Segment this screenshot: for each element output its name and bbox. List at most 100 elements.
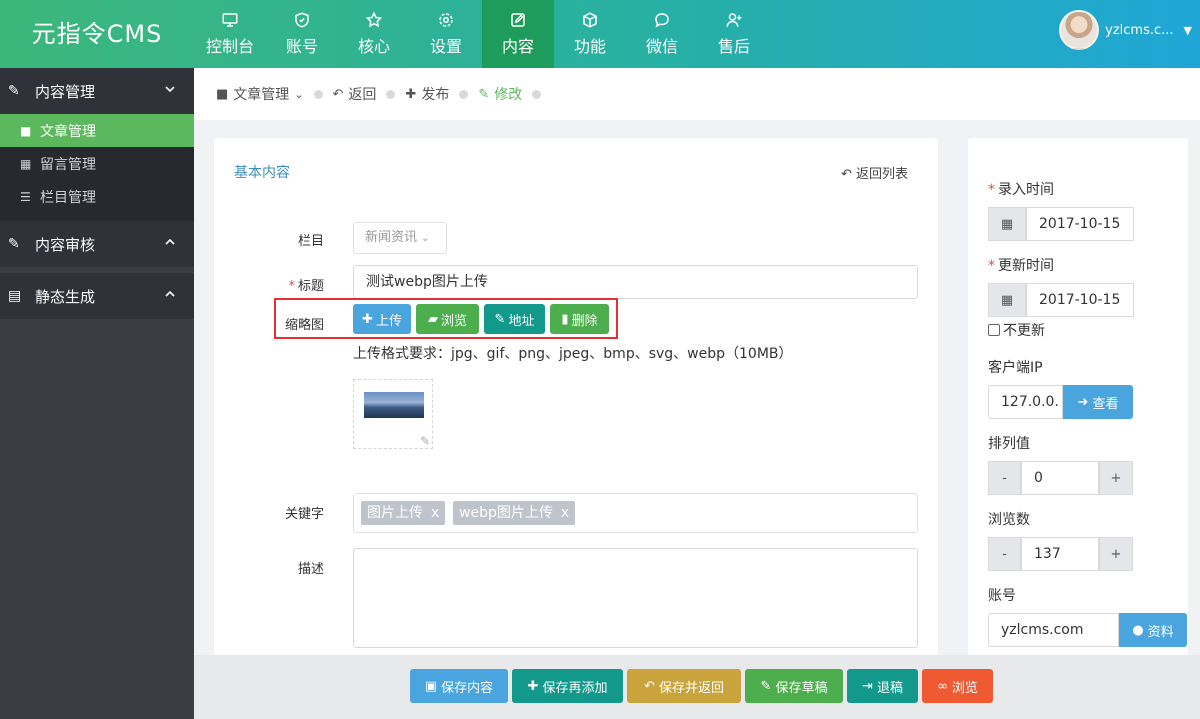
client-ip-group: 127.0.0. ➜ 查看 [988,385,1133,419]
calendar-icon[interactable]: ▦ [988,207,1026,241]
sort-decrement-button[interactable]: - [988,461,1021,495]
sidebar-submenu: ■ 文章管理 ▦ 留言管理 ☰ 栏目管理 [0,114,194,221]
user-menu[interactable]: yzlcms.c... ▼ [1059,10,1192,50]
views-decrement-button[interactable]: - [988,537,1021,571]
title-label-text: 标题 [297,279,324,294]
breadcrumb-label: 返回 [348,87,377,103]
account-profile-button[interactable]: ● 资料 [1119,613,1187,647]
preview-button[interactable]: ∞ 浏览 [922,669,993,703]
account-input[interactable]: yzlcms.com [988,613,1119,647]
nav-label: 账号 [285,37,318,56]
chevron-down-icon: ⌄ [421,233,430,244]
edit-icon [511,13,525,27]
sidebar-group-content-management[interactable]: ✎ 内容管理 [0,68,194,114]
nav-features[interactable]: 功能 [554,0,626,68]
browse-button[interactable]: ▰ 浏览 [416,304,479,334]
no-update-checkbox[interactable] [988,324,1000,336]
url-button[interactable]: ✎ 地址 [484,304,545,334]
breadcrumb-back[interactable]: ↶ 返回 [333,84,377,104]
preview-label: 浏览 [951,680,978,696]
avatar[interactable] [1059,10,1100,50]
user-name[interactable]: yzlcms.c... [1105,23,1173,38]
keywords-input[interactable]: 图片上传 x webp图片上传 x [353,493,918,533]
client-ip-input[interactable]: 127.0.0. [988,385,1063,419]
edit-icon: ✎ [478,86,490,102]
sidebar-group-static-generate[interactable]: ▤ 静态生成 [0,273,194,319]
reject-button[interactable]: ⇥ 退稿 [847,669,918,703]
created-time-label: * 录入时间 [988,179,1054,199]
upload-button[interactable]: ✚ 上传 [353,304,411,334]
chevron-down-icon: ⌄ [294,87,304,101]
edit-icon[interactable]: ✎ [420,434,430,448]
views-label: 浏览数 [988,512,1030,528]
nav-support[interactable]: 售后 [698,0,770,68]
description-label: 描述 [297,562,324,577]
chevron-up-icon [165,238,175,245]
no-update-label: 不更新 [1003,323,1045,339]
nav-wechat[interactable]: 微信 [626,0,698,68]
remove-tag-icon[interactable]: x [431,505,439,521]
sidebar-item-articles[interactable]: ■ 文章管理 [0,114,194,147]
client-ip-label: 客户端IP [988,360,1043,376]
updated-time-label-text: 更新时间 [998,258,1054,274]
nav-label: 功能 [573,37,606,56]
save-content-button[interactable]: ▣ 保存内容 [410,669,508,703]
save-draft-label: 保存草稿 [775,680,828,696]
thumbnail-preview[interactable]: ✎ [353,379,433,449]
updated-time-input[interactable]: 2017-10-15 [1026,283,1134,317]
remove-tag-icon[interactable]: x [561,505,569,521]
nav-content[interactable]: 内容 [482,0,554,68]
section-title: 基本内容 [234,165,290,181]
nav-label: 控制台 [205,37,254,56]
nav-settings[interactable]: 设置 [410,0,482,68]
views-input[interactable]: 137 [1021,537,1099,571]
save-and-return-button[interactable]: ↶ 保存并返回 [627,669,741,703]
keywords-label: 关键字 [284,507,324,522]
updated-time-label: * 更新时间 [988,255,1054,275]
pencil-icon: ✎ [760,678,772,694]
breadcrumb-publish[interactable]: ✚ 发布 [405,84,449,104]
views-increment-button[interactable]: + [1099,537,1133,571]
delete-button[interactable]: ▮ 删除 [550,304,609,334]
thumbnail-image [364,392,424,418]
column-select[interactable]: 新闻资讯 ⌄ [353,222,447,254]
sidebar-item-messages[interactable]: ▦ 留言管理 [0,147,194,180]
breadcrumb-article-management[interactable]: ■ 文章管理 ⌄ [216,84,304,104]
keyword-tag: 图片上传 x [361,501,446,525]
sort-increment-button[interactable]: + [1099,461,1133,495]
title-input[interactable]: 测试webp图片上传 [353,265,918,299]
views-stepper: - 137 + [988,537,1133,571]
save-draft-button[interactable]: ✎ 保存草稿 [745,669,843,703]
sidebar-group-content-review[interactable]: ✎ 内容审核 [0,221,194,267]
thumbnail-row: 缩略图 [214,314,324,333]
view-ip-button[interactable]: ➜ 查看 [1063,385,1133,419]
nav-core[interactable]: 核心 [338,0,410,68]
sidebar-item-columns[interactable]: ☰ 栏目管理 [0,180,194,213]
breadcrumb-separator [459,89,469,99]
created-time-input[interactable]: 2017-10-15 [1026,207,1134,241]
sort-input[interactable]: 0 [1021,461,1099,495]
nav-account[interactable]: 账号 [266,0,338,68]
chevron-down-icon[interactable]: ▼ [1184,24,1192,37]
sidebar-group-label: 内容审核 [35,235,96,254]
nav-dashboard[interactable]: 控制台 [194,0,266,68]
delete-button-label: 删除 [571,313,598,329]
table-icon: ▦ [20,156,32,171]
back-to-list-link[interactable]: ↶ 返回列表 [841,163,908,182]
user-plus-icon [726,13,742,27]
star-icon [365,11,383,28]
nav-label: 售后 [717,37,750,56]
save-and-add-button[interactable]: ✚ 保存再添加 [512,669,623,703]
back-to-list-label: 返回列表 [855,167,908,182]
nav-label: 核心 [357,37,390,56]
app-logo[interactable]: 元指令CMS [0,0,194,68]
cube-icon [583,12,597,28]
description-textarea[interactable] [353,548,918,648]
keyword-tag: webp图片上传 x [453,501,576,525]
chevron-up-icon [165,290,175,297]
breadcrumb-edit[interactable]: ✎ 修改 [478,84,522,104]
nav-label: 内容 [501,37,534,56]
created-time-label-text: 录入时间 [998,182,1054,198]
sidebar: ✎ 内容管理 ■ 文章管理 ▦ 留言管理 ☰ 栏目管理 ✎ 内容审核 ▤ 静态生… [0,68,194,719]
calendar-icon[interactable]: ▦ [988,283,1026,317]
